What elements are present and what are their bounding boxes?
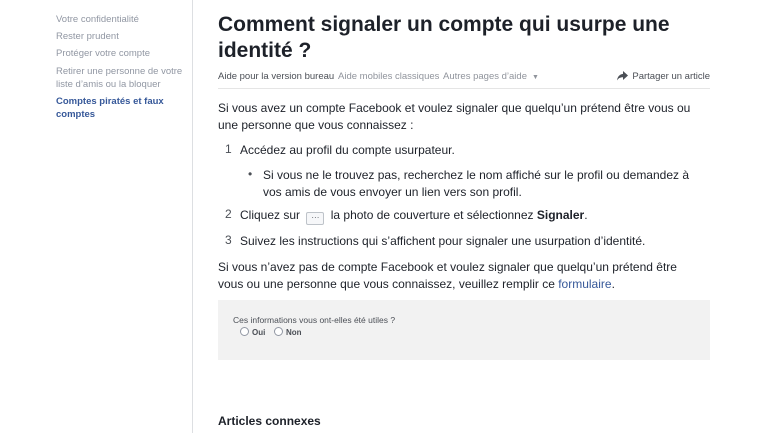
chevron-down-icon: ▼ [531, 74, 539, 81]
form-link[interactable]: formulaire [558, 277, 611, 291]
step-text-before: Cliquez sur [240, 208, 301, 222]
page-title: Comment signaler un compte qui usurpe un… [218, 13, 670, 62]
feedback-yes-option[interactable]: Oui [240, 327, 265, 337]
step-text: Cliquez sur ··· la photo de couverture e… [240, 207, 700, 225]
feedback-yes-label: Oui [252, 328, 266, 337]
feedback-question: Ces informations vous ont-elles été util… [233, 315, 396, 325]
share-label: Partager un article [632, 71, 710, 82]
share-article-button[interactable]: Partager un article [617, 71, 710, 82]
radio-no[interactable] [274, 327, 283, 336]
step-bold-action: Signaler [536, 208, 585, 222]
sidebar-item-proteger-compte[interactable]: Protéger votre compte [56, 47, 184, 60]
article-tabs: Aide pour la version bureau Aide mobiles… [218, 70, 710, 89]
radio-yes[interactable] [240, 327, 249, 336]
no-account-paragraph: Si vous n’avez pas de compte Facebook et… [218, 259, 698, 293]
feedback-no-option[interactable]: Non [274, 327, 302, 337]
feedback-no-label: Non [286, 328, 302, 337]
bullet-icon: • [248, 167, 253, 181]
step-text: Accédez au profil du compte usurpateur. [240, 143, 455, 157]
help-sidebar: Votre confidentialité Rester prudent Pro… [0, 0, 193, 433]
sidebar-item-rester-prudent[interactable]: Rester prudent [56, 30, 184, 43]
step-number: 3 [225, 233, 232, 247]
share-arrow-icon [617, 71, 629, 81]
feedback-box: Ces informations vous ont-elles été util… [218, 300, 710, 360]
sidebar-item-comptes-pirates[interactable]: Comptes piratés et faux comptes [56, 95, 184, 121]
tab-other-label: Autres pages d’aide [443, 71, 527, 82]
more-options-icon: ··· [306, 212, 325, 225]
step-number: 1 [225, 142, 232, 156]
tab-other-help[interactable]: Autres pages d’aide ▼ [443, 71, 539, 82]
no-account-end: . [611, 277, 615, 291]
step-text: Suivez les instructions qui s’affichent … [240, 234, 646, 248]
related-articles-heading: Articles connexes [218, 414, 321, 428]
step-text-end: . [584, 208, 588, 222]
sub-bullet-text: Si vous ne le trouvez pas, recherchez le… [263, 168, 690, 199]
tab-mobile-help[interactable]: Aide mobiles classiques [338, 71, 439, 82]
tab-desktop-help[interactable]: Aide pour la version bureau [218, 71, 334, 82]
sidebar-item-retirer-bloquer[interactable]: Retirer une personne de votre liste d’am… [56, 65, 184, 91]
intro-paragraph: Si vous avez un compte Facebook et voule… [218, 101, 691, 132]
sidebar-item-confidentialite[interactable]: Votre confidentialité [56, 13, 184, 26]
step-number: 2 [225, 207, 232, 221]
step-text-after: la photo de couverture et sélectionnez [330, 208, 534, 222]
